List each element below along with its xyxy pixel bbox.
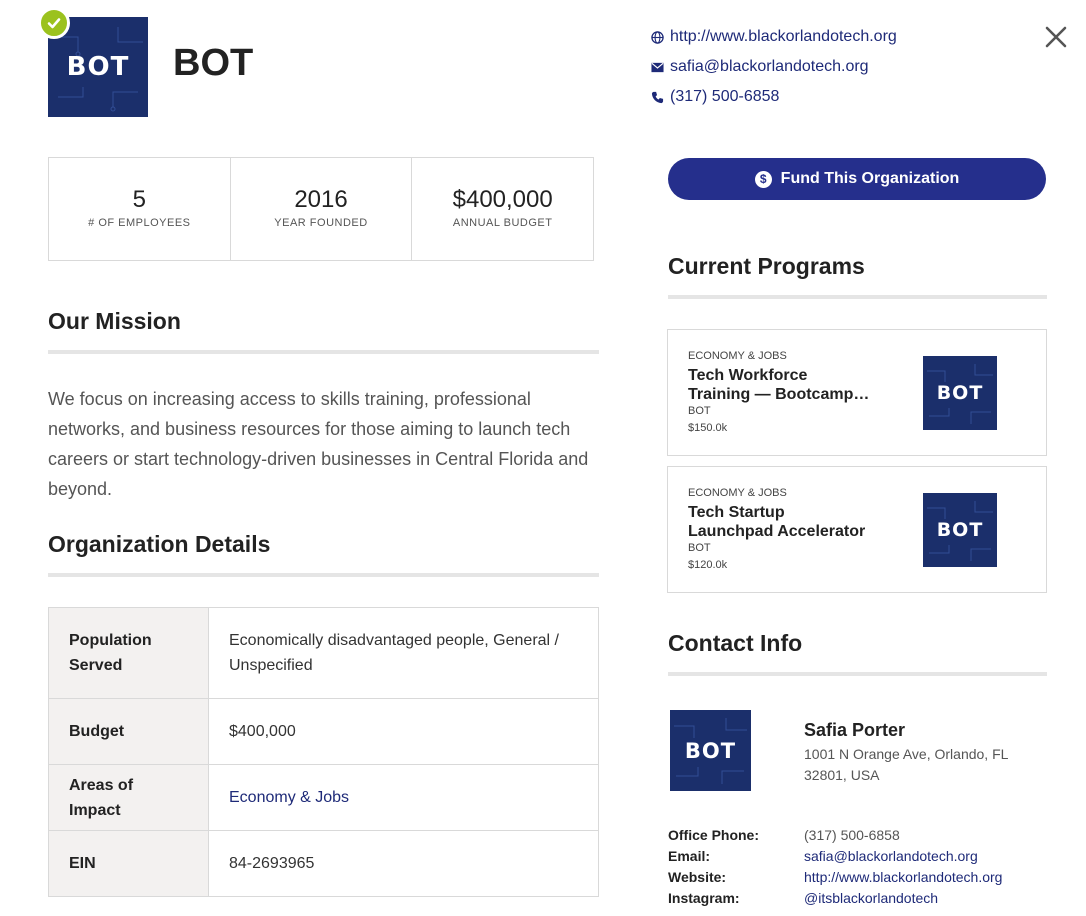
table-row: Areas of Impact Economy & Jobs bbox=[48, 764, 599, 831]
divider bbox=[48, 350, 599, 354]
stat-label: YEAR FOUNDED bbox=[274, 217, 368, 229]
detail-value: Economically disadvantaged people, Gener… bbox=[208, 607, 599, 699]
logo-text: BOT bbox=[684, 738, 737, 763]
close-button[interactable] bbox=[1041, 24, 1071, 54]
fund-button-label: Fund This Organization bbox=[780, 170, 960, 187]
contact-row-phone: Office Phone: (317) 500-6858 bbox=[668, 827, 1086, 848]
stat-year-founded: 2016 YEAR FOUNDED bbox=[231, 158, 413, 260]
program-amount: $150.0k bbox=[688, 422, 728, 434]
programs-heading: Current Programs bbox=[668, 253, 865, 279]
fund-organization-button[interactable]: $ Fund This Organization bbox=[668, 158, 1046, 200]
detail-key: Budget bbox=[48, 698, 209, 765]
contact-instagram-link[interactable]: @itsblackorlandotech bbox=[804, 890, 938, 906]
org-stats: 5 # OF EMPLOYEES 2016 YEAR FOUNDED $400,… bbox=[48, 157, 594, 261]
stat-employees: 5 # OF EMPLOYEES bbox=[49, 158, 231, 260]
divider bbox=[668, 672, 1047, 676]
dollar-icon: $ bbox=[754, 170, 772, 188]
website-link[interactable]: http://www.blackorlandotech.org bbox=[650, 22, 897, 52]
detail-key: EIN bbox=[48, 830, 209, 897]
stat-value: $400,000 bbox=[452, 186, 553, 213]
stat-label: # OF EMPLOYEES bbox=[88, 217, 191, 229]
stat-annual-budget: $400,000 ANNUAL BUDGET bbox=[412, 158, 593, 260]
area-of-impact-link[interactable]: Economy & Jobs bbox=[208, 764, 599, 831]
contact-row-website: Website: http://www.blackorlandotech.org bbox=[668, 869, 1086, 890]
logo-text: BOT bbox=[66, 52, 130, 82]
contact-key: Instagram: bbox=[668, 890, 740, 906]
contact-name: Safia Porter bbox=[804, 720, 906, 740]
program-title: Tech Startup Launchpad Accelerator bbox=[688, 504, 866, 540]
contact-email-link[interactable]: safia@blackorlandotech.org bbox=[804, 848, 978, 864]
phone-icon bbox=[650, 90, 664, 104]
contact-website-link[interactable]: http://www.blackorlandotech.org bbox=[804, 869, 1002, 885]
contact-heading: Contact Info bbox=[668, 630, 803, 656]
table-row: Budget $400,000 bbox=[48, 698, 599, 765]
table-row: Population Served Economically disadvant… bbox=[48, 607, 599, 699]
stat-label: ANNUAL BUDGET bbox=[452, 217, 553, 229]
phone-link[interactable]: (317) 500-6858 bbox=[650, 82, 897, 112]
email-link-text: safia@blackorlandotech.org bbox=[670, 58, 869, 75]
program-org: BOT bbox=[688, 405, 711, 417]
program-card[interactable]: ECONOMY & JOBS Tech Startup Launchpad Ac… bbox=[667, 466, 1047, 593]
program-amount: $120.0k bbox=[688, 559, 728, 571]
program-logo: BOT bbox=[923, 493, 997, 567]
detail-key: Population Served bbox=[48, 607, 209, 699]
envelope-icon bbox=[650, 60, 664, 74]
mission-text: We focus on increasing access to skills … bbox=[48, 389, 589, 499]
contact-row-instagram: Instagram: @itsblackorlandotech bbox=[668, 890, 1086, 911]
contact-phone-value: (317) 500-6858 bbox=[804, 827, 900, 843]
close-icon bbox=[1045, 26, 1067, 48]
program-category: ECONOMY & JOBS bbox=[688, 350, 787, 362]
contact-key: Website: bbox=[668, 869, 727, 885]
program-org: BOT bbox=[688, 542, 711, 554]
program-card[interactable]: ECONOMY & JOBS Tech Workforce Training —… bbox=[667, 329, 1047, 456]
phone-link-text: (317) 500-6858 bbox=[670, 88, 780, 105]
details-heading: Organization Details bbox=[48, 531, 271, 557]
globe-icon bbox=[650, 30, 664, 44]
contact-avatar: BOT bbox=[670, 710, 751, 791]
verified-check-icon bbox=[38, 7, 70, 39]
org-name: BOT bbox=[173, 42, 254, 84]
details-table: Population Served Economically disadvant… bbox=[48, 607, 599, 897]
website-link-text: http://www.blackorlandotech.org bbox=[670, 28, 897, 45]
program-title: Tech Workforce Training — Bootcamp… bbox=[688, 367, 870, 403]
program-logo: BOT bbox=[923, 356, 997, 430]
contact-address: 1001 N Orange Ave, Orlando, FL 32801, US… bbox=[804, 746, 1008, 783]
contact-key: Office Phone: bbox=[668, 827, 760, 843]
divider bbox=[48, 573, 599, 577]
contact-row-email: Email: safia@blackorlandotech.org bbox=[668, 848, 1086, 869]
detail-value: $400,000 bbox=[208, 698, 599, 765]
stat-value: 5 bbox=[132, 186, 147, 213]
org-quick-links: http://www.blackorlandotech.org safia@bl… bbox=[650, 22, 897, 112]
stat-value: 2016 bbox=[294, 186, 348, 213]
logo-text: BOT bbox=[936, 382, 984, 404]
divider bbox=[668, 295, 1047, 299]
detail-key: Areas of Impact bbox=[48, 764, 209, 831]
detail-value: 84-2693965 bbox=[208, 830, 599, 897]
table-row: EIN 84-2693965 bbox=[48, 830, 599, 897]
email-link[interactable]: safia@blackorlandotech.org bbox=[650, 52, 897, 82]
logo-text: BOT bbox=[936, 519, 984, 541]
mission-heading: Our Mission bbox=[48, 308, 181, 334]
program-category: ECONOMY & JOBS bbox=[688, 487, 787, 499]
contact-key: Email: bbox=[668, 848, 711, 864]
